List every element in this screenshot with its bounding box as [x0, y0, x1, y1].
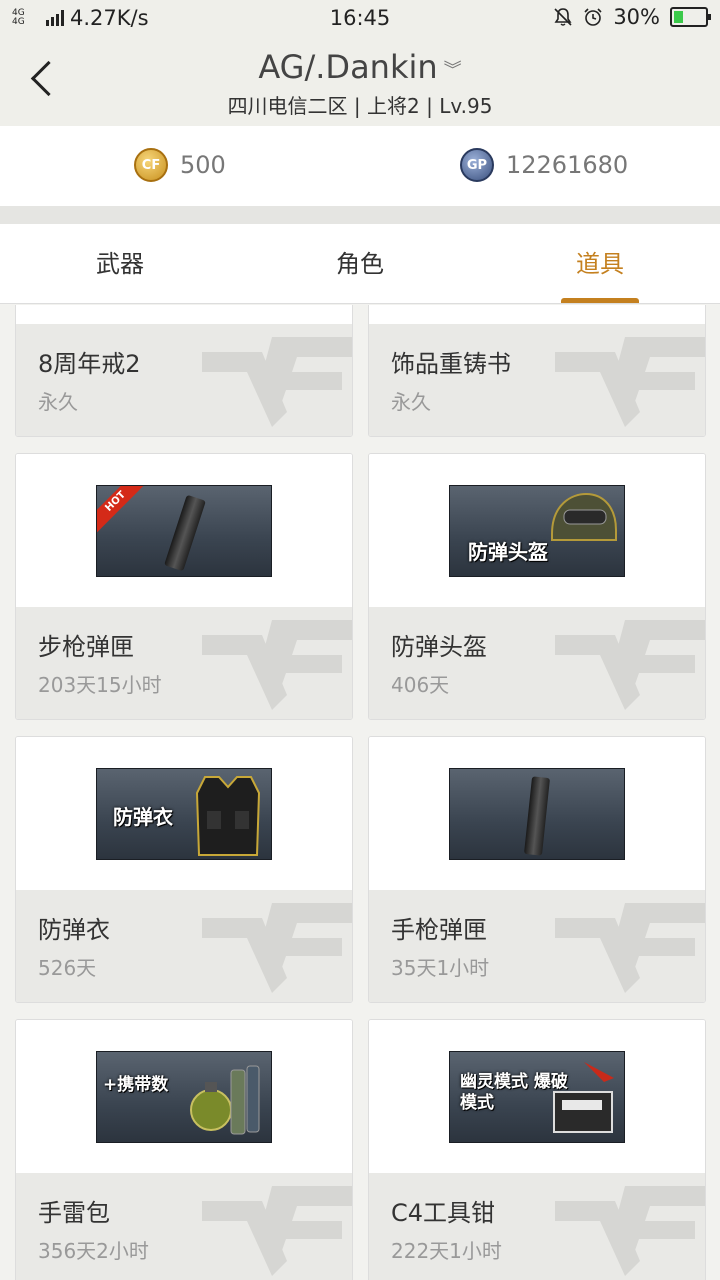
thumb-label: 防弹衣	[113, 805, 173, 829]
section-divider	[0, 206, 720, 224]
item-card[interactable]: 饰品重铸书 永久	[368, 305, 706, 437]
alarm-icon	[584, 8, 602, 26]
item-duration: 406天	[391, 673, 450, 697]
item-card[interactable]: 幽灵模式 爆破模式 C4工具钳 222天1小时	[368, 1019, 706, 1280]
profile-header: AG/.Dankin ︾ 四川电信二区 | 上将2 | Lv.95	[0, 36, 720, 126]
item-image-area: +携带数	[16, 1020, 352, 1173]
cf-watermark-icon	[555, 903, 705, 993]
item-name: 手枪弹匣	[391, 916, 487, 944]
item-card[interactable]: 手枪弹匣 35天1小时	[368, 736, 706, 1003]
item-name: 步枪弹匣	[38, 633, 134, 661]
item-thumbnail: 幽灵模式 爆破模式	[449, 1051, 625, 1143]
item-info: 8周年戒2 永久	[16, 324, 352, 436]
status-bar: 4G 4G 4.27K/s 16:45 30%	[0, 0, 720, 36]
item-info: C4工具钳 222天1小时	[369, 1173, 705, 1280]
item-duration: 永久	[38, 390, 78, 414]
item-thumbnail: 防弹头盔	[449, 485, 625, 577]
item-grid: 8周年戒2 永久 饰品重铸书 永久 HOT 步枪弹匣 203天15小时 防弹头盔…	[0, 305, 720, 1280]
pistol-magazine-icon	[523, 776, 551, 856]
item-duration: 永久	[391, 390, 431, 414]
cf-watermark-icon	[555, 337, 705, 427]
item-thumbnail: +携带数	[96, 1051, 272, 1143]
item-card[interactable]: +携带数 手雷包 356天2小时	[15, 1019, 353, 1280]
category-tabs: 武器 角色 道具	[0, 224, 720, 304]
gp-coin-icon: GP	[460, 148, 494, 182]
item-info: 防弹头盔 406天	[369, 607, 705, 719]
item-duration: 222天1小时	[391, 1239, 502, 1263]
item-name: 8周年戒2	[38, 350, 141, 378]
tab-weapons[interactable]: 武器	[0, 224, 240, 303]
item-card[interactable]: 防弹衣 防弹衣 526天	[15, 736, 353, 1003]
hot-badge: HOT	[97, 486, 147, 533]
item-name: 饰品重铸书	[391, 350, 511, 378]
rifle-magazine-icon	[164, 494, 206, 572]
item-name: 防弹头盔	[391, 633, 487, 661]
item-info: 防弹衣 526天	[16, 890, 352, 1002]
item-duration: 526天	[38, 956, 97, 980]
item-card[interactable]: 防弹头盔 防弹头盔 406天	[368, 453, 706, 720]
gp-points-value: 12261680	[506, 151, 629, 179]
item-image-area: 幽灵模式 爆破模式	[369, 1020, 705, 1173]
item-info: 手枪弹匣 35天1小时	[369, 890, 705, 1002]
cf-watermark-icon	[202, 903, 352, 993]
item-image-area	[369, 305, 705, 324]
player-subtitle: 四川电信二区 | 上将2 | Lv.95	[227, 94, 493, 118]
battery-percent: 30%	[613, 5, 660, 29]
page-title[interactable]: AG/.Dankin ︾	[0, 48, 720, 86]
item-thumbnail	[449, 768, 625, 860]
mute-icon	[554, 8, 572, 26]
cf-coin-icon: CF	[134, 148, 168, 182]
battery-icon	[670, 7, 711, 27]
thumb-label: 防弹头盔	[468, 540, 548, 564]
cf-points: CF 500	[134, 148, 226, 182]
cf-watermark-icon	[202, 1186, 352, 1276]
item-info: 饰品重铸书 永久	[369, 324, 705, 436]
item-name: 手雷包	[38, 1199, 110, 1227]
item-duration: 35天1小时	[391, 956, 490, 980]
cf-watermark-icon	[555, 620, 705, 710]
item-image-area: 防弹头盔	[369, 454, 705, 607]
item-thumbnail: 防弹衣	[96, 768, 272, 860]
chevron-down-icon: ︾	[443, 60, 462, 81]
item-card[interactable]: HOT 步枪弹匣 203天15小时	[15, 453, 353, 720]
status-right: 30%	[553, 5, 711, 29]
tab-items[interactable]: 道具	[480, 224, 720, 303]
item-duration: 203天15小时	[38, 673, 162, 697]
item-image-area: 防弹衣	[16, 737, 352, 890]
cf-watermark-icon	[202, 620, 352, 710]
cf-points-value: 500	[180, 151, 226, 179]
tab-characters[interactable]: 角色	[240, 224, 480, 303]
currency-bar: CF 500 GP 12261680	[0, 126, 720, 206]
item-info: 手雷包 356天2小时	[16, 1173, 352, 1280]
cf-watermark-icon	[555, 1186, 705, 1276]
item-image-area	[16, 305, 352, 324]
grenade-icon	[190, 1065, 260, 1135]
item-name: 防弹衣	[38, 916, 110, 944]
thumb-label: +携带数	[103, 1075, 169, 1095]
cf-watermark-icon	[202, 337, 352, 427]
item-card[interactable]: 8周年戒2 永久	[15, 305, 353, 437]
player-name: AG/.Dankin	[258, 48, 438, 86]
thumb-label: 幽灵模式 爆破模式	[460, 1072, 568, 1113]
item-info: 步枪弹匣 203天15小时	[16, 607, 352, 719]
helmet-icon	[551, 492, 617, 541]
item-name: C4工具钳	[391, 1199, 496, 1227]
item-image-area: HOT	[16, 454, 352, 607]
item-duration: 356天2小时	[38, 1239, 149, 1263]
item-thumbnail: HOT	[96, 485, 272, 577]
gp-points: GP 12261680	[460, 148, 628, 182]
item-image-area	[369, 737, 705, 890]
vest-icon	[195, 776, 261, 856]
